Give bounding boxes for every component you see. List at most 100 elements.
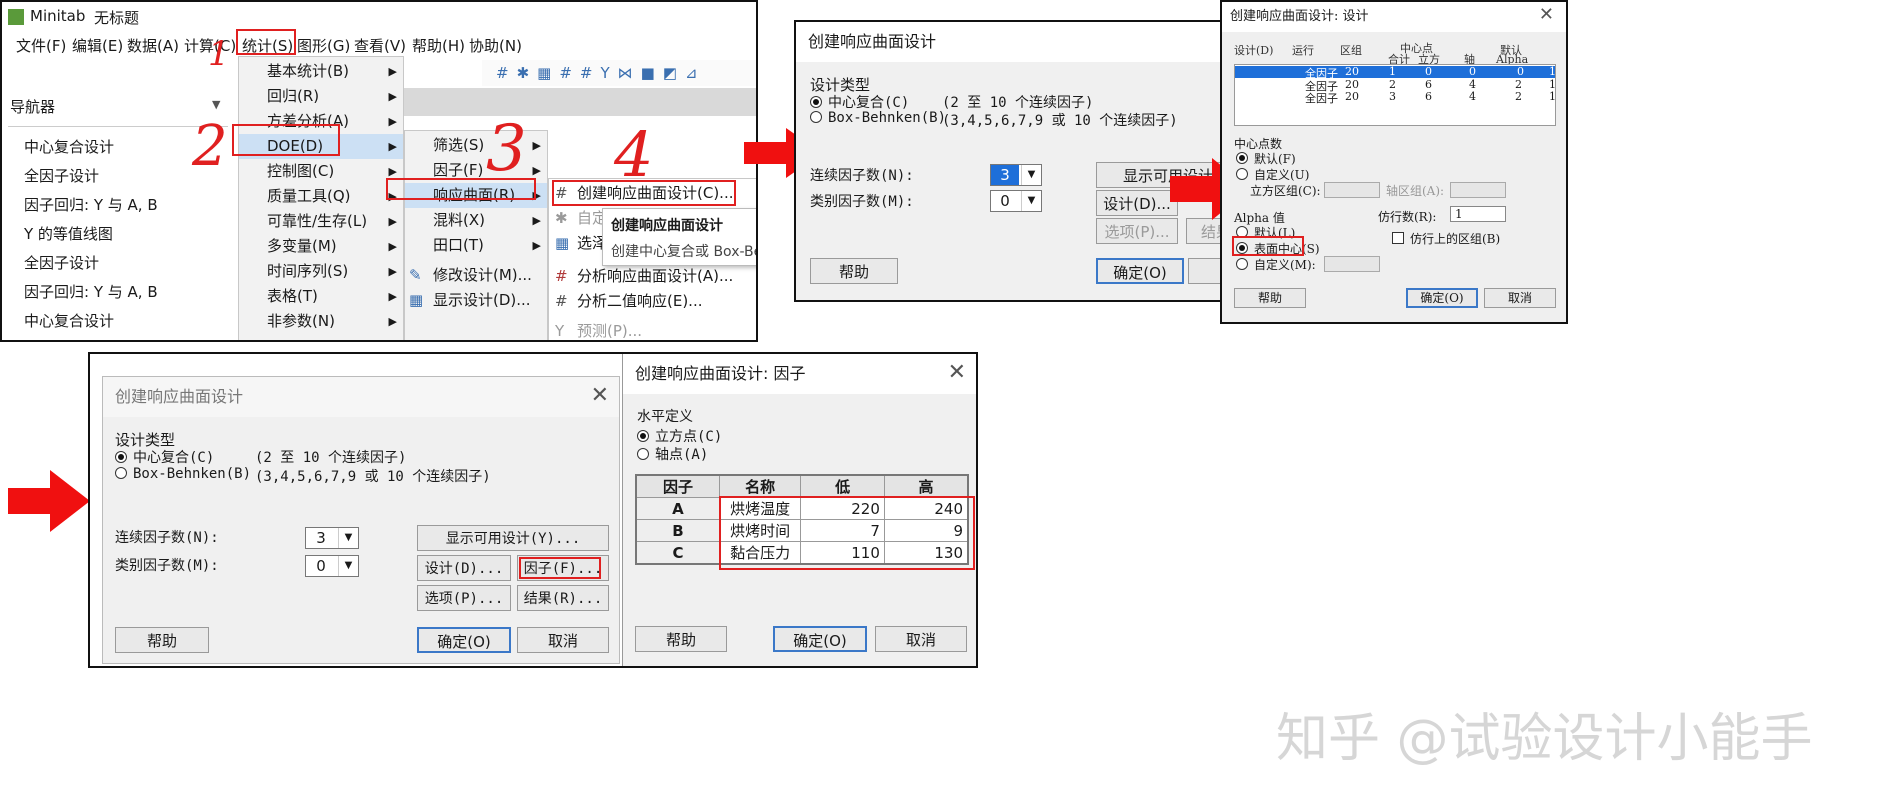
options-button[interactable]: 选项(P)... xyxy=(417,585,511,611)
radio-selected[interactable] xyxy=(637,430,649,442)
minitab-logo-icon xyxy=(8,9,24,25)
menu-assist[interactable]: 协助(N) xyxy=(469,35,522,56)
n-categorical-select[interactable]: 0 ▼ xyxy=(990,190,1042,212)
highlight-face-centered xyxy=(1232,236,1304,256)
toolbar-gear-icon[interactable]: ✱ xyxy=(517,64,538,82)
doe-menu-display-design[interactable]: ▦ 显示设计(D)... xyxy=(405,288,547,313)
design-button[interactable]: 设计(D)... xyxy=(417,555,511,581)
navigator-item[interactable]: 因子回归: Y 与 A, B xyxy=(24,281,158,302)
n-continuous-select[interactable]: 3 ▼ xyxy=(305,527,359,549)
toolbar-surface-icon[interactable]: ■ xyxy=(641,64,663,82)
navigator-collapse-icon[interactable]: ▼ xyxy=(212,98,220,111)
cancel-button[interactable]: 取消 xyxy=(875,626,967,652)
show-designs-button[interactable]: 显示可用设计(Y)... xyxy=(417,525,609,551)
menu-edit[interactable]: 编辑(E) xyxy=(72,35,123,56)
dialog-create-rs-top: 创建响应曲面设计 设计类型 中心复合(C) (2 至 10 个连续因子) Box… xyxy=(794,20,1226,302)
menu-data[interactable]: 数据(A) xyxy=(127,35,179,56)
help-button[interactable]: 帮助 xyxy=(1234,288,1306,308)
radio-selected[interactable] xyxy=(115,451,127,463)
option-box-behnken[interactable]: Box-Behnken(B) xyxy=(810,110,946,126)
n-continuous-select[interactable]: 3 ▼ xyxy=(990,164,1042,186)
ok-button[interactable]: 确定(O) xyxy=(1406,288,1478,308)
results-button[interactable]: 结果(R)... xyxy=(517,585,609,611)
checkbox[interactable] xyxy=(1392,232,1404,244)
stat-menu-reliability[interactable]: 可靠性/生存(L) ▶ xyxy=(239,209,403,234)
menu-view[interactable]: 查看(V) xyxy=(354,35,406,56)
design-button[interactable]: 设计(D)... xyxy=(1096,190,1178,216)
n-categorical-select[interactable]: 0 ▼ xyxy=(305,555,359,577)
option-axial-points[interactable]: 轴点(A) xyxy=(637,444,708,464)
design-list[interactable]: 全因子 20 1 0 0 0 1 全因子 20 2 6 4 2 1 全因子 20… xyxy=(1234,64,1556,126)
radio-unselected[interactable] xyxy=(810,111,822,123)
rs-menu-binary[interactable]: # 分析二值响应(E)... xyxy=(549,289,756,314)
stat-menu-quality[interactable]: 质量工具(Q) ▶ xyxy=(239,184,403,209)
cancel-button[interactable]: 取消 xyxy=(1484,288,1556,308)
cancel-button[interactable]: 取消 xyxy=(517,627,609,653)
toolbar-hash-icon[interactable]: # xyxy=(559,64,580,82)
navigator-item[interactable]: 全因子设计 xyxy=(24,165,99,186)
doe-menu-modify-design[interactable]: ✎ 修改设计(M)... xyxy=(405,263,547,288)
option-box-behnken[interactable]: Box-Behnken(B) xyxy=(115,466,251,482)
navigator-item[interactable]: Y 的等值线图 xyxy=(24,223,113,244)
ok-button[interactable]: 确定(O) xyxy=(1096,258,1184,284)
radio-unselected[interactable] xyxy=(637,448,649,460)
stat-menu-nonparametric[interactable]: 非参数(N) ▶ xyxy=(239,309,403,334)
toolbar-cube-icon[interactable]: ◩ xyxy=(663,64,685,82)
toolbar-y-icon[interactable]: Y xyxy=(601,64,618,82)
stat-menu-time-series[interactable]: 时间序列(S) ▶ xyxy=(239,259,403,284)
alpha-custom-option[interactable]: 自定义(M): xyxy=(1236,256,1316,273)
help-button[interactable]: 帮助 xyxy=(810,258,898,284)
block-on-replicates-checkbox[interactable]: 仿行上的区组(B) xyxy=(1392,230,1500,247)
radio-selected[interactable] xyxy=(810,96,822,108)
cube-blocks-input[interactable] xyxy=(1324,182,1380,198)
rs-menu-analyze[interactable]: # 分析响应曲面设计(A)... xyxy=(549,264,756,289)
stat-menu-multivariate[interactable]: 多变量(M) ▶ xyxy=(239,234,403,259)
stat-menu-tables[interactable]: 表格(T) ▶ xyxy=(239,284,403,309)
help-button[interactable]: 帮助 xyxy=(115,627,209,653)
ok-button[interactable]: 确定(O) xyxy=(417,627,511,653)
toolbar-hash01-icon[interactable]: # xyxy=(580,64,601,82)
stat-menu-regression[interactable]: 回归(R) ▶ xyxy=(239,84,403,109)
toolbar-grid-icon[interactable]: # xyxy=(496,64,517,82)
replicates-input[interactable]: 1 xyxy=(1450,206,1506,222)
doe-menu-taguchi[interactable]: 田口(T) ▶ xyxy=(405,233,547,258)
minitab-window: Minitab 无标题 文件(F) 编辑(E) 数据(A) 计算(C) 统计(S… xyxy=(0,0,758,342)
option-central-composite[interactable]: 中心复合(C) xyxy=(810,92,909,112)
doe-menu-mixture[interactable]: 混料(X) ▶ xyxy=(405,208,547,233)
navigator-item[interactable]: 中心复合设计 xyxy=(24,136,114,157)
navigator-item[interactable]: 全因子设计 xyxy=(24,252,99,273)
navigator-item[interactable]: 中心复合设计 xyxy=(24,310,114,331)
ok-button[interactable]: 确定(O) xyxy=(773,626,867,652)
alpha-custom-input[interactable] xyxy=(1324,256,1380,272)
submenu-arrow-icon: ▶ xyxy=(388,65,397,78)
navigator-item[interactable]: 因子回归: Y 与 A, B xyxy=(24,194,158,215)
rs-menu-predict[interactable]: Y 预测(P)... xyxy=(549,319,756,340)
stat-menu-control-charts[interactable]: 控制图(C) ▶ xyxy=(239,159,403,184)
radio-unselected[interactable] xyxy=(1236,258,1248,270)
help-button[interactable]: 帮助 xyxy=(635,626,727,652)
radio-unselected[interactable] xyxy=(1236,168,1248,180)
toolbar-chart-icon[interactable]: ⋈ xyxy=(618,64,641,82)
menu-graph[interactable]: 图形(G) xyxy=(297,35,350,56)
toolbar-grid2-icon[interactable]: ▦ xyxy=(537,64,559,82)
close-icon[interactable]: ✕ xyxy=(948,360,966,385)
options-button[interactable]: 选项(P)... xyxy=(1096,218,1178,244)
design-row[interactable]: 全因子 20 3 6 4 2 1 xyxy=(1235,90,1556,105)
radio-unselected[interactable] xyxy=(115,467,127,479)
cp-custom-option[interactable]: 自定义(U) xyxy=(1236,166,1309,183)
cp-default-option[interactable]: 默认(F) xyxy=(1236,150,1296,167)
option-cube-points[interactable]: 立方点(C) xyxy=(637,426,722,446)
design-row-selected[interactable]: 全因子 20 1 0 0 0 1 xyxy=(1235,65,1556,80)
toolbar-plot-icon[interactable]: ⊿ xyxy=(685,64,706,82)
radio-selected[interactable] xyxy=(1236,152,1248,164)
axial-blocks-input[interactable] xyxy=(1450,182,1506,198)
menu-file[interactable]: 文件(F) xyxy=(16,35,66,56)
axial-blocks-label: 轴区组(A): xyxy=(1386,184,1445,198)
submenu-arrow-icon: ▶ xyxy=(388,140,397,153)
option-central-composite[interactable]: 中心复合(C) xyxy=(115,447,214,467)
stat-menu-basic[interactable]: 基本统计(B) ▶ xyxy=(239,59,403,84)
menu-item-label: 质量工具(Q) xyxy=(267,187,351,205)
close-icon[interactable]: ✕ xyxy=(591,383,609,408)
menu-help[interactable]: 帮助(H) xyxy=(412,35,465,56)
close-icon[interactable]: ✕ xyxy=(1539,4,1554,25)
